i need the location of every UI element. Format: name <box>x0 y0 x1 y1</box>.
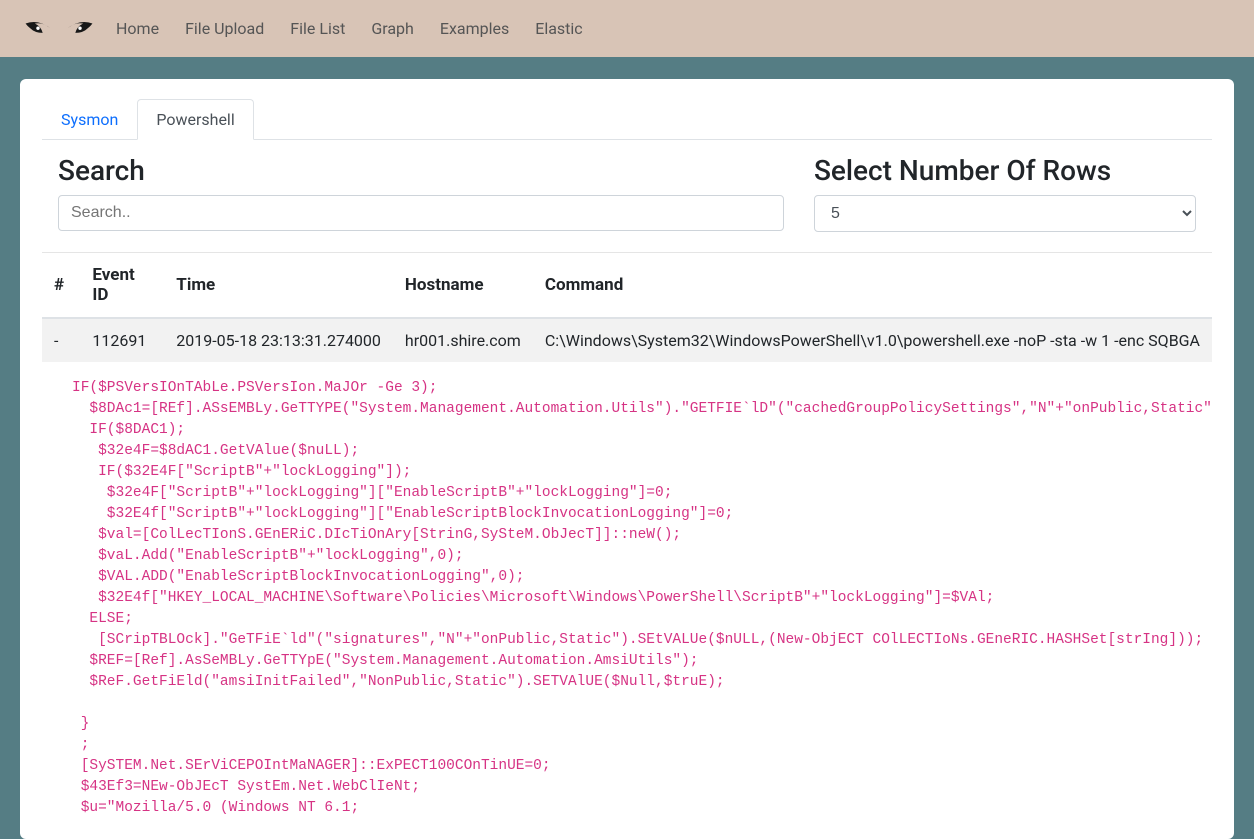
table-wrap: # Event ID Time Hostname Command - 11269… <box>42 252 1212 362</box>
rows-group: Select Number Of Rows 5 <box>814 154 1196 232</box>
rows-label: Select Number Of Rows <box>814 154 1196 187</box>
th-command[interactable]: Command <box>533 253 1212 319</box>
top-navbar: Home File Upload File List Graph Example… <box>0 0 1254 57</box>
table-row[interactable]: - 112691 2019-05-18 23:13:31.274000 hr00… <box>42 318 1212 362</box>
search-group: Search <box>58 154 784 232</box>
tab-bar: Sysmon Powershell <box>42 99 1212 140</box>
search-input[interactable] <box>58 195 784 231</box>
cell-event-id: 112691 <box>80 318 164 362</box>
nav-file-list[interactable]: File List <box>286 13 349 44</box>
logo-eyes-icon <box>24 14 94 44</box>
nav-examples[interactable]: Examples <box>436 13 513 44</box>
th-idx[interactable]: # <box>42 253 80 319</box>
nav-home[interactable]: Home <box>112 13 163 44</box>
cell-idx: - <box>42 318 80 362</box>
cell-hostname: hr001.shire.com <box>393 318 533 362</box>
th-event-id[interactable]: Event ID <box>80 253 164 319</box>
nav-file-upload[interactable]: File Upload <box>181 13 268 44</box>
search-label: Search <box>58 154 784 187</box>
th-hostname[interactable]: Hostname <box>393 253 533 319</box>
tab-powershell[interactable]: Powershell <box>137 99 253 140</box>
results-table: # Event ID Time Hostname Command - 11269… <box>42 252 1212 362</box>
cell-command: C:\Windows\System32\WindowsPowerShell\v1… <box>533 318 1212 362</box>
rows-select[interactable]: 5 <box>814 195 1196 232</box>
table-header-row: # Event ID Time Hostname Command <box>42 253 1212 319</box>
th-time[interactable]: Time <box>164 253 393 319</box>
nav-elastic[interactable]: Elastic <box>531 13 586 44</box>
controls-row: Search Select Number Of Rows 5 <box>42 150 1212 246</box>
script-code-block: IF($PSVersIOnTAbLe.PSVersIon.MaJOr -Ge 3… <box>42 362 1212 819</box>
tab-sysmon[interactable]: Sysmon <box>42 99 137 140</box>
main-card: Sysmon Powershell Search Select Number O… <box>20 79 1234 839</box>
cell-time: 2019-05-18 23:13:31.274000 <box>164 318 393 362</box>
nav-graph[interactable]: Graph <box>367 13 418 44</box>
